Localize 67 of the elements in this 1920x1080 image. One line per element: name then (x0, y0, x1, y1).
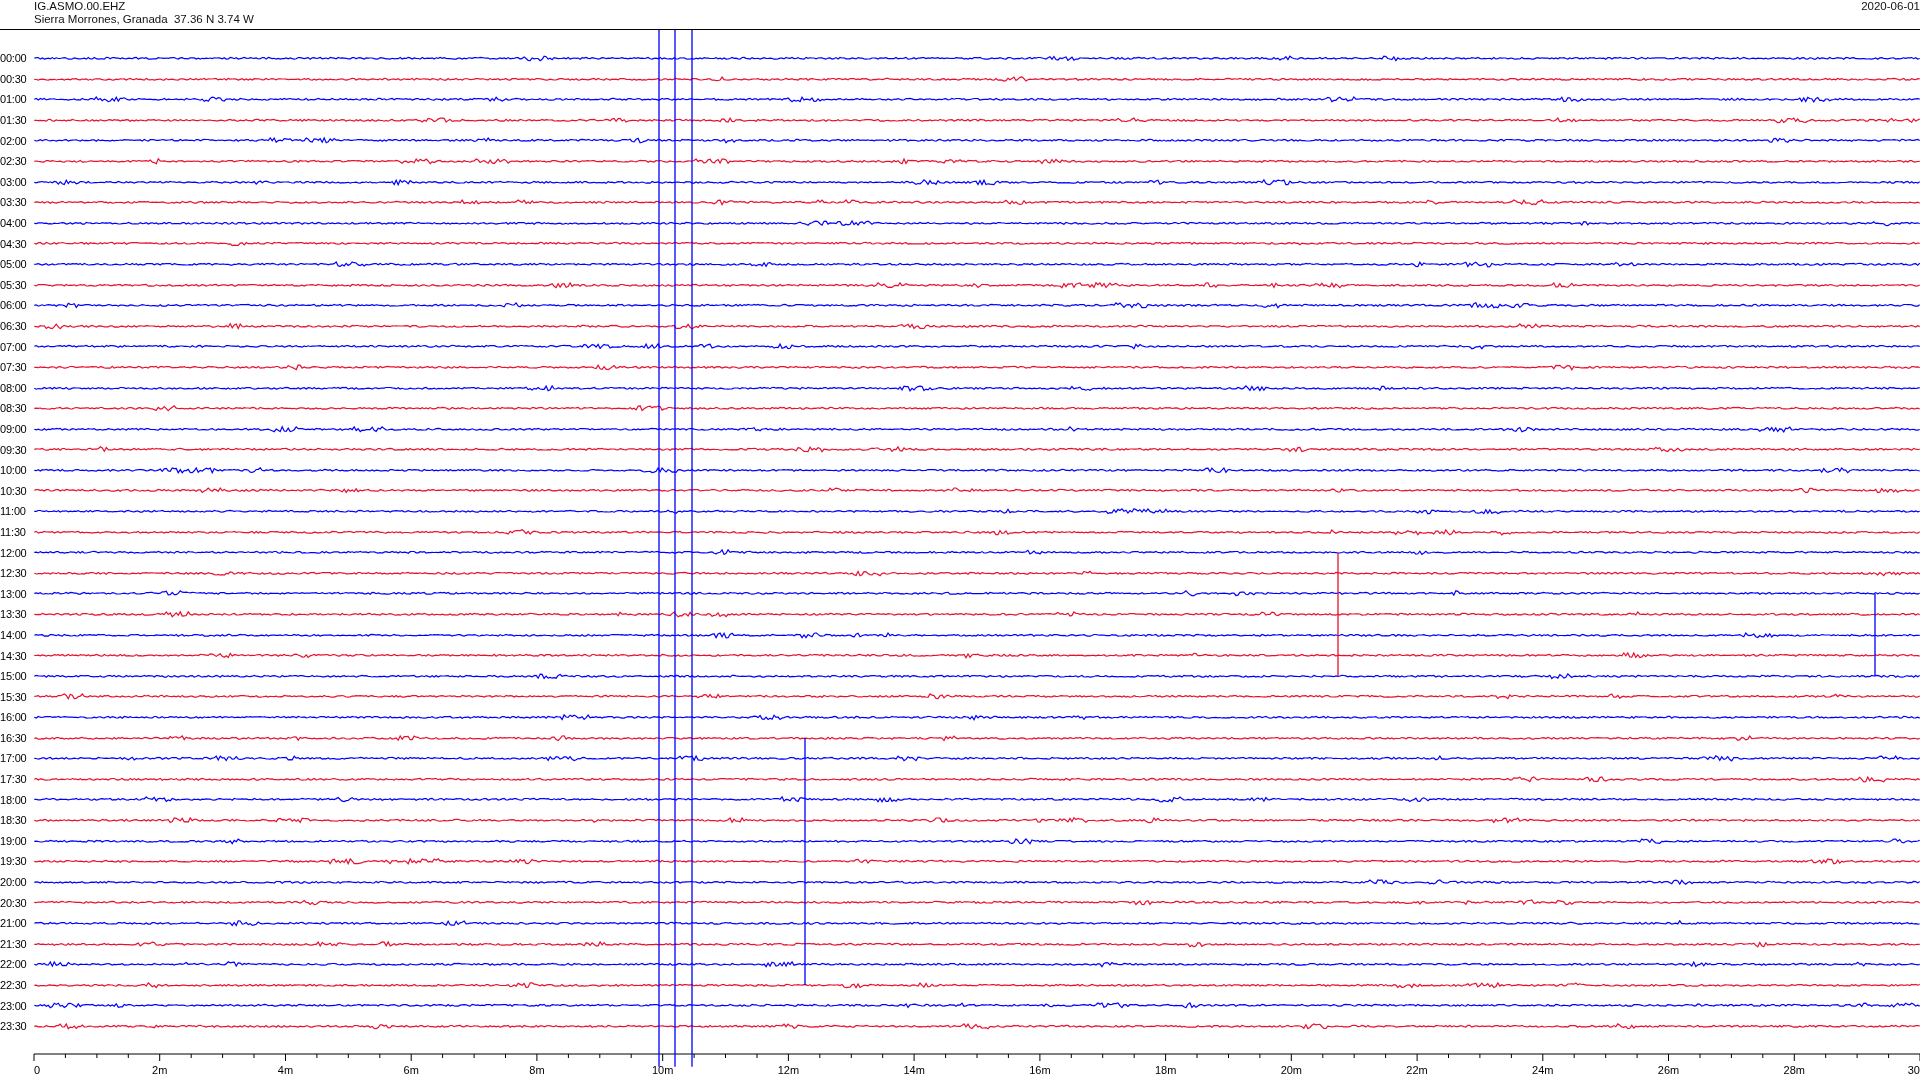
trace-time-label: 14:00 (0, 628, 28, 641)
trace-time-label: 10:30 (0, 484, 28, 497)
trace-time-label: 09:00 (0, 423, 28, 435)
trace-time-label: 19:30 (0, 855, 28, 868)
station-code: IG.ASMO.00.EHZ (34, 0, 127, 13)
trace-time-label: 11:30 (0, 525, 27, 538)
axis-tick-label: 4m (277, 1063, 294, 1076)
axis-tick-label: 20m (1280, 1063, 1303, 1076)
axis-tick-label: 30 (1907, 1063, 1920, 1076)
trace-time-label: 07:00 (0, 340, 28, 353)
axis-tick-label: 26m (1657, 1063, 1680, 1076)
trace-time-label: 01:30 (0, 114, 28, 127)
trace-time-label: 04:00 (0, 217, 28, 230)
trace-time-label: 16:00 (0, 711, 28, 724)
trace-time-label: 22:30 (0, 979, 28, 991)
axis-tick-label: 10m (651, 1063, 674, 1076)
trace-time-label: 04:30 (0, 237, 28, 250)
axis-tick-label: 12m (777, 1063, 800, 1076)
trace-time-label: 05:30 (0, 278, 28, 291)
axis-tick-label: 24m (1532, 1063, 1554, 1076)
trace-time-label: 18:00 (0, 793, 28, 806)
trace-time-label: 17:00 (0, 752, 28, 765)
trace-time-label: 05:00 (0, 258, 28, 271)
trace-time-label: 03:30 (0, 196, 28, 209)
trace-time-label: 02:00 (0, 134, 28, 147)
trace-time-label: 12:30 (0, 567, 28, 580)
axis-tick-label: 28m (1783, 1063, 1805, 1076)
axis-tick-label: 14m (903, 1063, 925, 1076)
trace-time-label: 16:30 (0, 731, 28, 744)
trace-time-label: 09:30 (0, 443, 28, 456)
axis-tick-label: 22m (1406, 1063, 1428, 1076)
trace-time-label: 01:00 (0, 93, 28, 106)
trace-time-label: 02:30 (0, 155, 28, 168)
trace-time-label: 12:00 (0, 546, 28, 559)
trace-time-label: 23:30 (0, 1020, 28, 1033)
axis-tick-label: 8m (529, 1063, 545, 1076)
trace-time-label: 14:30 (0, 649, 28, 662)
trace-time-label: 08:30 (0, 402, 28, 415)
trace-time-label: 13:30 (0, 608, 28, 621)
trace-time-label: 21:30 (0, 937, 28, 950)
trace-time-label: 20:00 (0, 876, 28, 889)
trace-time-label: 07:30 (0, 361, 28, 374)
trace-time-label: 00:00 (0, 52, 28, 65)
trace-time-label: 22:00 (0, 958, 28, 971)
trace-time-label: 21:00 (0, 917, 28, 930)
plot-date: 2020-06-01 (1861, 0, 1920, 14)
trace-time-label: 06:30 (0, 320, 28, 332)
axis-tick-label: 2m (152, 1063, 168, 1076)
trace-time-label: 11:00 (0, 505, 27, 518)
trace-time-label: 23:00 (0, 999, 28, 1012)
trace-time-label: 13:00 (0, 587, 28, 600)
trace-time-label: 10:00 (0, 464, 28, 477)
trace-time-label: 18:30 (0, 814, 28, 827)
trace-time-label: 06:00 (0, 299, 28, 312)
trace-time-label: 20:30 (0, 896, 28, 909)
trace-time-label: 15:00 (0, 670, 28, 683)
axis-tick-label: 16m (1029, 1063, 1051, 1076)
trace-time-label: 17:30 (0, 773, 28, 786)
axis-tick-label: 0 (34, 1063, 41, 1076)
trace-time-label: 19:00 (0, 834, 28, 847)
trace-time-label: 03:00 (0, 175, 28, 188)
trace-time-label: 08:00 (0, 381, 28, 394)
station-location: Sierra Morrones, Granada 37.36 N 3.74 W (34, 13, 254, 26)
trace-time-label: 15:30 (0, 690, 28, 703)
axis-tick-label: 6m (403, 1063, 419, 1076)
axis-tick-label: 18m (1154, 1063, 1177, 1076)
trace-time-label: 00:30 (0, 72, 28, 85)
